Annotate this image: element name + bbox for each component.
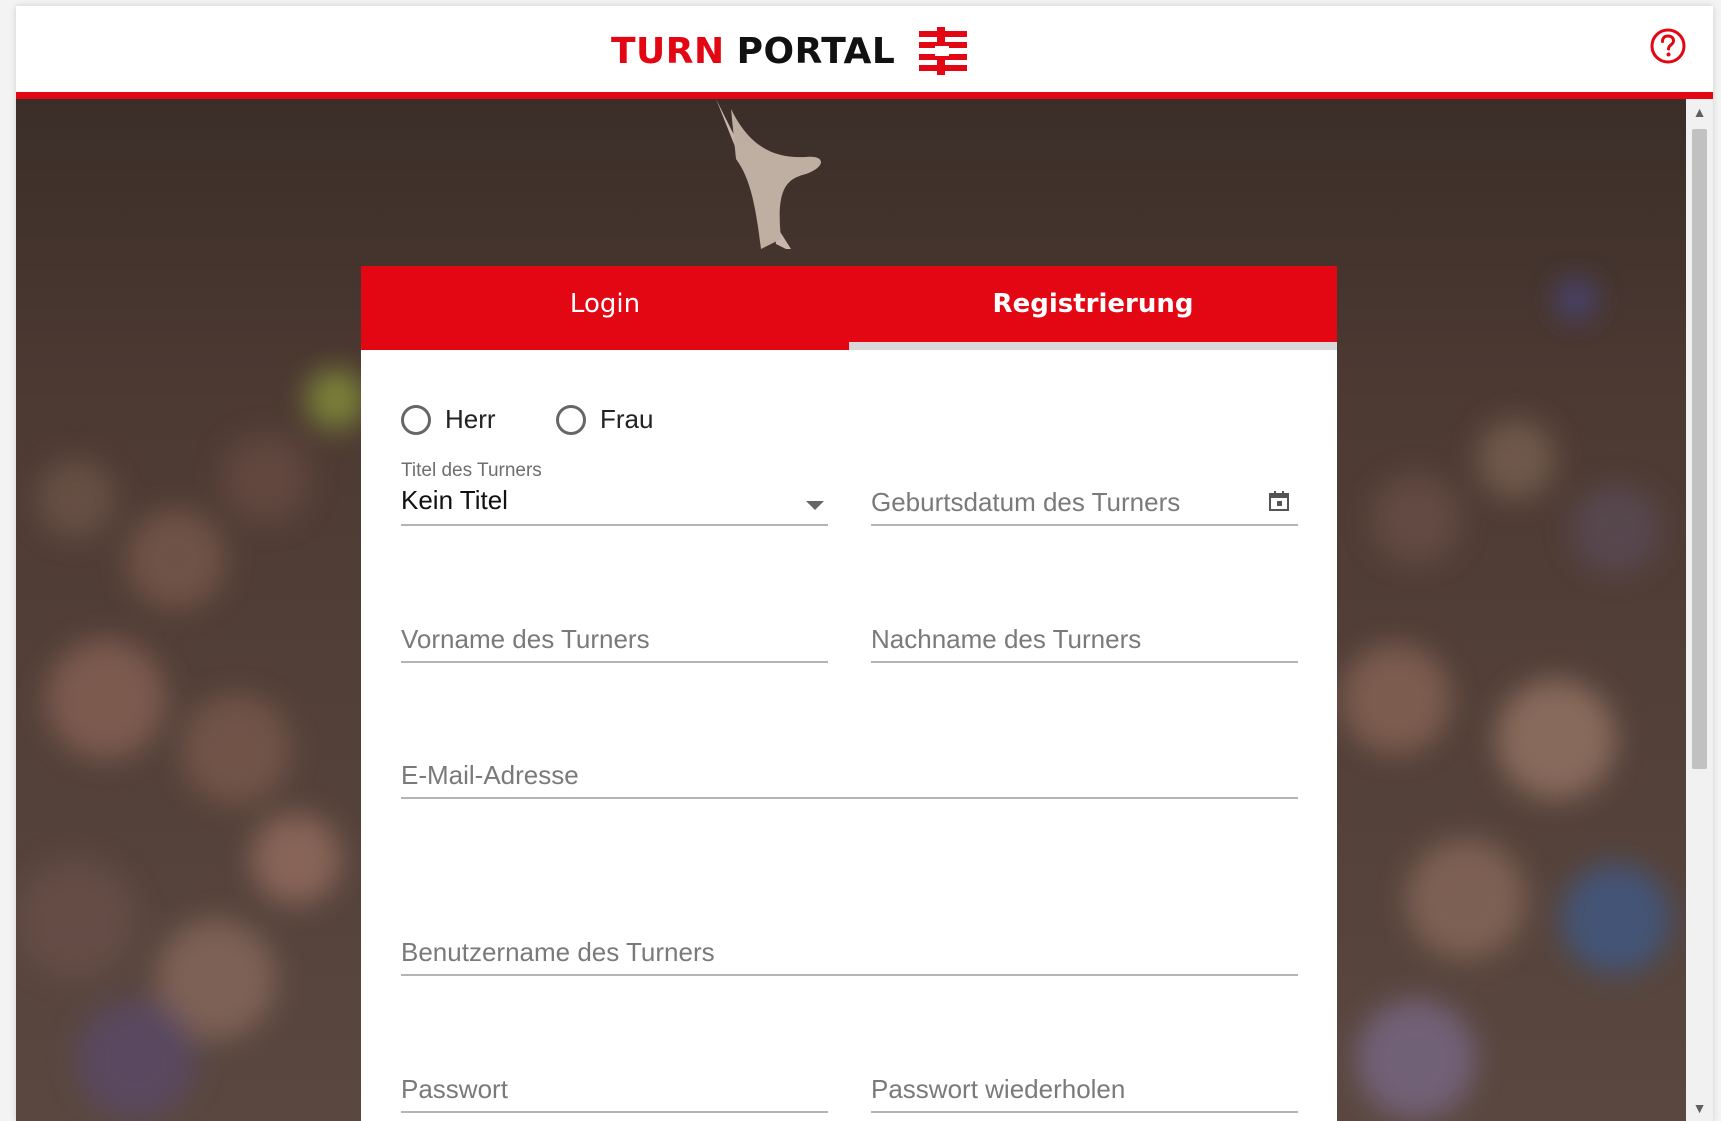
password-input[interactable] <box>401 1074 828 1105</box>
browser-window: TURN PORTAL Login Registrierung Herr Fra… <box>16 6 1713 1121</box>
email-input[interactable] <box>401 760 1298 791</box>
tab-active-indicator <box>849 342 1337 350</box>
geburtsdatum-field[interactable] <box>871 476 1298 526</box>
dtb-logo-icon <box>919 27 968 75</box>
scroll-down-icon[interactable]: ▼ <box>1686 1095 1713 1121</box>
password-repeat-input[interactable] <box>871 1074 1298 1105</box>
password-field[interactable] <box>401 1063 828 1113</box>
tab-registrierung[interactable]: Registrierung <box>849 266 1337 342</box>
radio-label-frau: Frau <box>600 404 654 434</box>
tab-strip-login <box>361 342 849 350</box>
brand[interactable]: TURN PORTAL <box>611 26 968 76</box>
radio-frau[interactable]: Frau <box>556 404 653 435</box>
password-repeat-field[interactable] <box>871 1063 1298 1113</box>
vorname-input[interactable] <box>401 624 828 655</box>
email-field[interactable] <box>401 749 1298 799</box>
auth-tabs: Login Registrierung <box>361 266 1337 342</box>
help-circle-icon[interactable] <box>1648 26 1688 66</box>
brand-name-turn: TURN <box>611 30 725 72</box>
nachname-input[interactable] <box>871 624 1298 655</box>
brand-name-portal: PORTAL <box>736 30 896 72</box>
radio-circle[interactable] <box>556 404 586 435</box>
titel-select[interactable]: Kein Titel <box>401 476 828 526</box>
scrollbar-thumb[interactable] <box>1692 129 1707 769</box>
auth-card: Login Registrierung Herr Frau Titel des … <box>361 266 1337 1121</box>
geburtsdatum-input[interactable] <box>871 487 1298 518</box>
radio-herr[interactable]: Herr <box>401 404 496 435</box>
vertical-scrollbar[interactable]: ▲ ▼ <box>1686 99 1713 1121</box>
username-input[interactable] <box>401 937 1298 968</box>
radio-label-herr: Herr <box>445 404 496 434</box>
chevron-down-icon <box>806 501 824 510</box>
calendar-icon[interactable] <box>1268 490 1290 512</box>
app-header: TURN PORTAL <box>16 6 1713 99</box>
scroll-up-icon[interactable]: ▲ <box>1686 99 1713 125</box>
nachname-field[interactable] <box>871 613 1298 663</box>
titel-value: Kein Titel <box>401 485 508 515</box>
vorname-field[interactable] <box>401 613 828 663</box>
page-content: Login Registrierung Herr Frau Titel des … <box>16 99 1686 1121</box>
radio-circle[interactable] <box>401 404 431 435</box>
tab-login[interactable]: Login <box>361 266 849 342</box>
username-field[interactable] <box>401 926 1298 976</box>
